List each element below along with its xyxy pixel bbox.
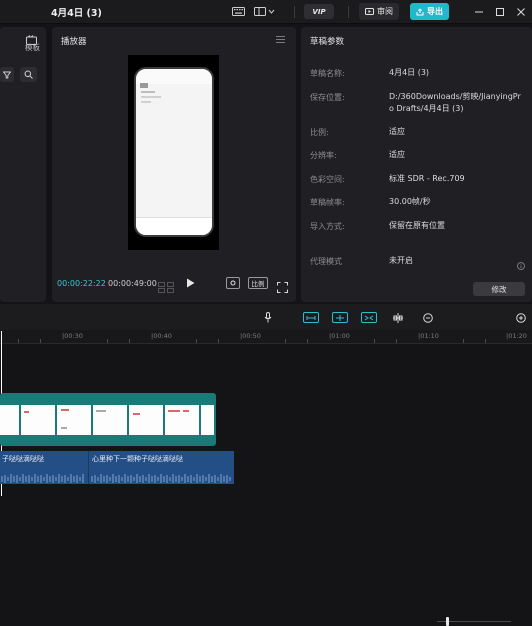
audio-clip-label: 心里种下一颗种子哒哒滴哒哒	[92, 455, 183, 463]
frame-rate-label: 草稿帧率:	[310, 198, 345, 207]
minimize-icon[interactable]	[472, 4, 486, 19]
layout-menu-icon[interactable]	[252, 4, 278, 19]
audio-clip[interactable]: 子哒哒滴哒哒 心里种下一颗种子哒哒滴哒哒	[0, 451, 234, 484]
zoom-slider-handle[interactable]	[446, 617, 449, 626]
timeline-ruler[interactable]: |00:30 |00:40 |00:50 |01:00 |01:10 |01:2…	[0, 330, 532, 344]
video-frame-thumbnail	[93, 405, 127, 435]
vip-badge[interactable]: VIP	[304, 4, 334, 19]
export-button[interactable]: 导出	[410, 3, 449, 20]
draft-settings-panel: 草稿参数 草稿名称: 4月4日 (3) 保存位置: D:/360Download…	[301, 27, 532, 302]
close-icon[interactable]	[514, 4, 528, 19]
proxy-mode-label: 代理模式	[310, 257, 342, 266]
tick-label: |01:20	[506, 332, 527, 340]
template-tab[interactable]: 模板	[25, 42, 40, 53]
video-frame-thumbnail	[129, 405, 163, 435]
video-frame-thumbnail	[57, 405, 91, 435]
ratio-button[interactable]: 比例	[248, 277, 268, 289]
export-label: 导出	[427, 7, 443, 16]
tick-label: |00:30	[62, 332, 83, 340]
timeline-tracks: 子哒哒滴哒哒 心里种下一颗种子哒哒滴哒哒	[0, 331, 532, 500]
save-location-label: 保存位置:	[310, 93, 345, 102]
total-time: 00:00:49:00	[108, 279, 157, 288]
draft-name-label: 草稿名称:	[310, 69, 345, 78]
linkage-icon[interactable]	[361, 312, 377, 323]
audio-waveform	[1, 474, 231, 483]
modify-button[interactable]: 修改	[473, 282, 525, 296]
player-title: 播放器	[61, 37, 87, 47]
play-icon	[187, 278, 195, 288]
import-mode-value: 保留在原有位置	[389, 221, 445, 230]
ratio-value: 适应	[389, 127, 405, 136]
tick-label: |00:50	[240, 332, 261, 340]
zoom-out-icon[interactable]	[423, 312, 433, 323]
fit-view-button[interactable]	[226, 277, 240, 289]
import-mode-label: 导入方式:	[310, 222, 345, 231]
timeline-grid-icon[interactable]	[158, 278, 174, 297]
draft-name-value: 4月4日 (3)	[389, 68, 430, 77]
save-location-value: D:/360Downloads/剪映/JianyingPro Drafts/4月…	[389, 92, 521, 113]
current-time: 00:00:22:22	[57, 279, 106, 288]
filter-icon	[3, 71, 11, 78]
video-clip[interactable]	[0, 393, 216, 446]
player-panel: 播放器 00:00:22:22 00:00:49:00 比例	[52, 27, 296, 302]
video-frame-thumbnail	[201, 405, 214, 435]
phone-frame	[134, 67, 214, 237]
play-button[interactable]	[186, 278, 195, 291]
video-frame-thumbnail	[165, 405, 199, 435]
export-icon	[416, 7, 424, 15]
audio-clip-label: 子哒哒滴哒哒	[2, 455, 44, 463]
review-label: 审阅	[377, 7, 393, 16]
info-icon[interactable]	[517, 255, 525, 274]
microphone-icon[interactable]	[264, 312, 272, 323]
resolution-label: 分辨率:	[310, 151, 337, 160]
review-button[interactable]: 审阅	[359, 3, 399, 20]
review-icon	[365, 7, 374, 15]
proxy-mode-value: 未开启	[389, 256, 413, 265]
video-frame-thumbnail	[21, 405, 55, 435]
title-bar: 4月4日 (3) VIP 审阅 导出	[0, 0, 532, 24]
color-space-label: 色彩空间:	[310, 175, 345, 184]
color-space-value: 标准 SDR - Rec.709	[389, 174, 465, 183]
frame-rate-value: 30.00帧/秒	[389, 197, 431, 206]
draft-title: 草稿参数	[310, 37, 345, 47]
media-panel: 模板	[0, 27, 46, 302]
search-icon	[24, 70, 33, 79]
timeline-toolbar	[0, 304, 532, 626]
menu-icon[interactable]	[276, 36, 285, 43]
maximize-icon[interactable]	[493, 4, 507, 19]
filter-button[interactable]	[0, 67, 14, 82]
fullscreen-icon[interactable]	[277, 278, 288, 297]
keyboard-icon[interactable]	[230, 4, 246, 19]
ratio-label: 比例:	[310, 128, 329, 137]
tick-label: |01:00	[329, 332, 350, 340]
main-track-magnet-icon[interactable]	[303, 312, 319, 323]
tick-label: |00:40	[151, 332, 172, 340]
resolution-value: 适应	[389, 150, 405, 159]
window-title: 4月4日 (3)	[51, 8, 102, 19]
fit-view-icon	[230, 280, 236, 286]
zoom-in-icon[interactable]	[516, 312, 526, 323]
auto-snap-icon[interactable]	[332, 312, 348, 323]
divider	[348, 6, 349, 18]
divider	[294, 6, 295, 18]
video-frame-thumbnail	[0, 405, 19, 435]
tick-label: |01:10	[418, 332, 439, 340]
preview-axis-icon[interactable]	[392, 312, 404, 323]
video-preview[interactable]	[128, 55, 219, 250]
search-button[interactable]	[20, 67, 37, 82]
